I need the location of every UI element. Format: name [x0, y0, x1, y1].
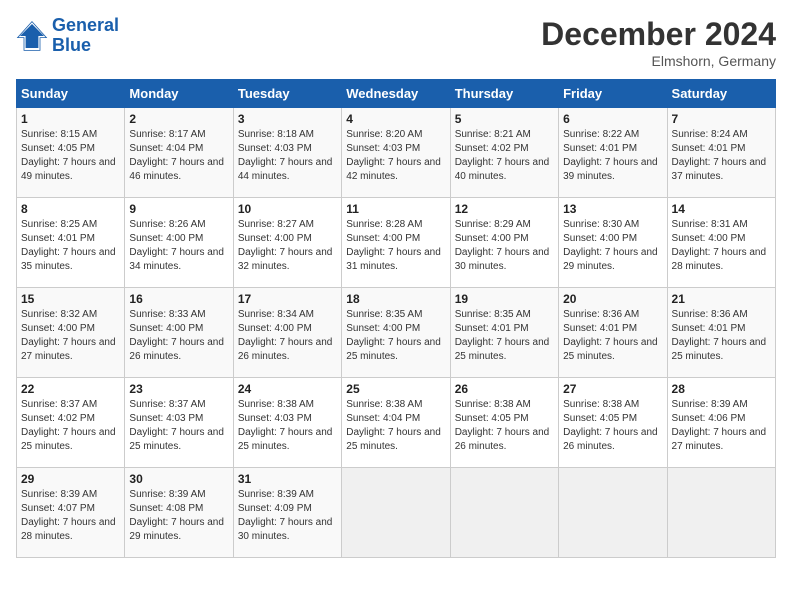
day-cell-21: 21Sunrise: 8:36 AMSunset: 4:01 PMDayligh… [667, 288, 775, 378]
day-cell-25: 25Sunrise: 8:38 AMSunset: 4:04 PMDayligh… [342, 378, 450, 468]
day-cell-19: 19Sunrise: 8:35 AMSunset: 4:01 PMDayligh… [450, 288, 558, 378]
empty-cell [559, 468, 667, 558]
day-cell-20: 20Sunrise: 8:36 AMSunset: 4:01 PMDayligh… [559, 288, 667, 378]
empty-cell [342, 468, 450, 558]
col-header-tuesday: Tuesday [233, 80, 341, 108]
week-row-3: 15Sunrise: 8:32 AMSunset: 4:00 PMDayligh… [17, 288, 776, 378]
day-cell-27: 27Sunrise: 8:38 AMSunset: 4:05 PMDayligh… [559, 378, 667, 468]
day-cell-8: 8Sunrise: 8:25 AMSunset: 4:01 PMDaylight… [17, 198, 125, 288]
day-cell-7: 7Sunrise: 8:24 AMSunset: 4:01 PMDaylight… [667, 108, 775, 198]
location: Elmshorn, Germany [541, 53, 776, 69]
day-cell-14: 14Sunrise: 8:31 AMSunset: 4:00 PMDayligh… [667, 198, 775, 288]
day-cell-24: 24Sunrise: 8:38 AMSunset: 4:03 PMDayligh… [233, 378, 341, 468]
day-cell-31: 31Sunrise: 8:39 AMSunset: 4:09 PMDayligh… [233, 468, 341, 558]
day-cell-9: 9Sunrise: 8:26 AMSunset: 4:00 PMDaylight… [125, 198, 233, 288]
header-row: SundayMondayTuesdayWednesdayThursdayFrid… [17, 80, 776, 108]
day-cell-28: 28Sunrise: 8:39 AMSunset: 4:06 PMDayligh… [667, 378, 775, 468]
day-cell-13: 13Sunrise: 8:30 AMSunset: 4:00 PMDayligh… [559, 198, 667, 288]
empty-cell [450, 468, 558, 558]
logo-line1: General [52, 15, 119, 35]
col-header-saturday: Saturday [667, 80, 775, 108]
day-cell-15: 15Sunrise: 8:32 AMSunset: 4:00 PMDayligh… [17, 288, 125, 378]
col-header-sunday: Sunday [17, 80, 125, 108]
day-cell-23: 23Sunrise: 8:37 AMSunset: 4:03 PMDayligh… [125, 378, 233, 468]
day-cell-1: 1Sunrise: 8:15 AMSunset: 4:05 PMDaylight… [17, 108, 125, 198]
day-cell-17: 17Sunrise: 8:34 AMSunset: 4:00 PMDayligh… [233, 288, 341, 378]
day-cell-3: 3Sunrise: 8:18 AMSunset: 4:03 PMDaylight… [233, 108, 341, 198]
day-cell-18: 18Sunrise: 8:35 AMSunset: 4:00 PMDayligh… [342, 288, 450, 378]
day-cell-4: 4Sunrise: 8:20 AMSunset: 4:03 PMDaylight… [342, 108, 450, 198]
day-cell-22: 22Sunrise: 8:37 AMSunset: 4:02 PMDayligh… [17, 378, 125, 468]
logo-line2: Blue [52, 35, 91, 55]
title-block: December 2024 Elmshorn, Germany [541, 16, 776, 69]
col-header-monday: Monday [125, 80, 233, 108]
empty-cell [667, 468, 775, 558]
day-cell-5: 5Sunrise: 8:21 AMSunset: 4:02 PMDaylight… [450, 108, 558, 198]
day-cell-29: 29Sunrise: 8:39 AMSunset: 4:07 PMDayligh… [17, 468, 125, 558]
day-cell-10: 10Sunrise: 8:27 AMSunset: 4:00 PMDayligh… [233, 198, 341, 288]
week-row-4: 22Sunrise: 8:37 AMSunset: 4:02 PMDayligh… [17, 378, 776, 468]
col-header-friday: Friday [559, 80, 667, 108]
calendar-table: SundayMondayTuesdayWednesdayThursdayFrid… [16, 79, 776, 558]
day-cell-30: 30Sunrise: 8:39 AMSunset: 4:08 PMDayligh… [125, 468, 233, 558]
day-cell-6: 6Sunrise: 8:22 AMSunset: 4:01 PMDaylight… [559, 108, 667, 198]
page-header: General Blue December 2024 Elmshorn, Ger… [16, 16, 776, 69]
day-cell-12: 12Sunrise: 8:29 AMSunset: 4:00 PMDayligh… [450, 198, 558, 288]
logo: General Blue [16, 16, 119, 56]
week-row-5: 29Sunrise: 8:39 AMSunset: 4:07 PMDayligh… [17, 468, 776, 558]
col-header-wednesday: Wednesday [342, 80, 450, 108]
week-row-2: 8Sunrise: 8:25 AMSunset: 4:01 PMDaylight… [17, 198, 776, 288]
day-cell-16: 16Sunrise: 8:33 AMSunset: 4:00 PMDayligh… [125, 288, 233, 378]
day-cell-2: 2Sunrise: 8:17 AMSunset: 4:04 PMDaylight… [125, 108, 233, 198]
col-header-thursday: Thursday [450, 80, 558, 108]
month-title: December 2024 [541, 16, 776, 53]
day-cell-26: 26Sunrise: 8:38 AMSunset: 4:05 PMDayligh… [450, 378, 558, 468]
logo-text: General Blue [52, 16, 119, 56]
week-row-1: 1Sunrise: 8:15 AMSunset: 4:05 PMDaylight… [17, 108, 776, 198]
day-cell-11: 11Sunrise: 8:28 AMSunset: 4:00 PMDayligh… [342, 198, 450, 288]
logo-icon [16, 20, 48, 52]
